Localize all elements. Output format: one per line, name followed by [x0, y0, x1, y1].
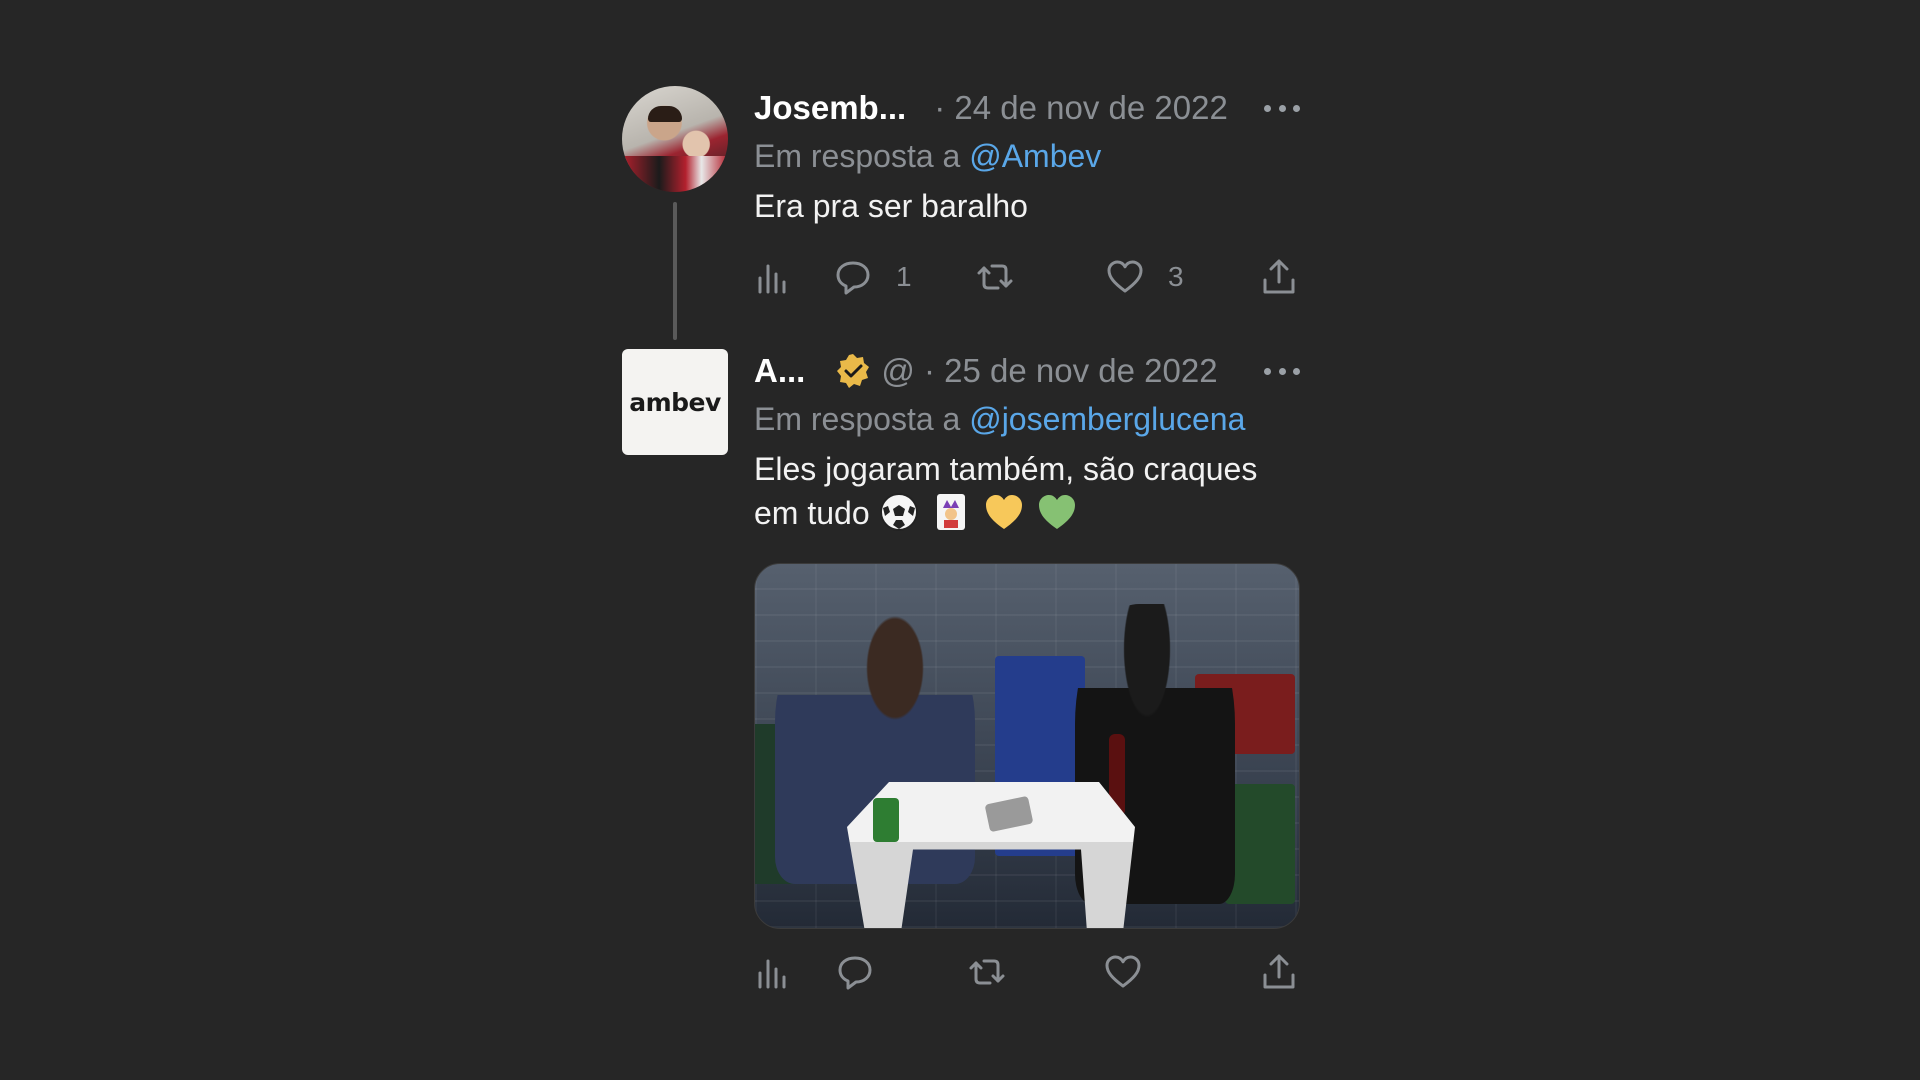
tweet-actions: 1 3: [754, 258, 1300, 302]
share-button[interactable]: [1260, 258, 1298, 296]
share-upload-icon: [1263, 954, 1295, 989]
yellow-heart-emoji: [986, 495, 1023, 529]
heart-icon: [1107, 260, 1143, 293]
analytics-icon: [758, 959, 786, 989]
thread-connector-line: [673, 202, 677, 340]
more-horizontal-icon[interactable]: [1264, 363, 1300, 379]
joker-card-emoji: [937, 494, 966, 530]
reply-to-line: Em resposta a @Ambev: [754, 136, 1300, 176]
reply-prefix: Em resposta a: [754, 138, 961, 174]
tweet-reply-2[interactable]: A... @ · 25 de nov de 2022 Em resposta a…: [754, 351, 1300, 997]
handle-and-date[interactable]: @ · 25 de nov de 2022: [881, 352, 1217, 390]
green-heart-emoji: [1039, 495, 1076, 529]
brand-avatar[interactable]: ambev: [622, 349, 728, 455]
tweet-media-image[interactable]: [754, 563, 1300, 929]
retweet-button[interactable]: [968, 953, 1006, 991]
retweet-icon: [969, 959, 1005, 985]
views-button[interactable]: [754, 258, 792, 296]
share-upload-icon: [1263, 259, 1295, 294]
reply-button[interactable]: 1: [834, 258, 912, 296]
green-can: [873, 798, 899, 842]
author-name[interactable]: A...: [754, 352, 805, 390]
author-name[interactable]: Josemb...: [754, 89, 906, 127]
tweet-header: Josemb... · 24 de nov de 2022: [754, 88, 1300, 128]
verified-badge-icon: [837, 354, 870, 388]
green-crates: [1225, 784, 1295, 904]
tweet-reply-1[interactable]: Josemb... · 24 de nov de 2022 Em respost…: [754, 88, 1300, 302]
reply-bubble-icon: [838, 956, 872, 990]
retweet-button[interactable]: [976, 258, 1014, 296]
soccer-ball-emoji: [879, 493, 918, 531]
like-button[interactable]: [1104, 953, 1142, 991]
tweet-actions: [754, 953, 1300, 997]
like-button[interactable]: 3: [1106, 258, 1184, 296]
tweet-text: Era pra ser baralho: [754, 188, 1028, 224]
analytics-icon: [758, 264, 786, 294]
tweet-thread: ambev Josemb... · 24 de nov de 2022 Em r…: [622, 0, 1302, 1080]
reply-handle-link[interactable]: @Ambev: [969, 138, 1101, 174]
heart-icon: [1105, 955, 1141, 988]
tweet-date[interactable]: · 24 de nov de 2022: [934, 89, 1228, 127]
more-horizontal-icon[interactable]: [1264, 100, 1300, 116]
views-button[interactable]: [754, 953, 792, 991]
tweet-header: A... @ · 25 de nov de 2022: [754, 351, 1300, 391]
reply-handle-link[interactable]: @josemberglucena: [969, 401, 1245, 437]
user-avatar[interactable]: [622, 86, 728, 192]
reply-button[interactable]: [836, 953, 874, 991]
tweet-text: Eles jogaram também, são craques em tudo: [754, 447, 1300, 535]
like-count: 3: [1168, 261, 1184, 292]
reply-prefix: Em resposta a: [754, 401, 961, 437]
retweet-icon: [977, 264, 1013, 290]
share-button[interactable]: [1260, 953, 1298, 991]
reply-to-line: Em resposta a @josemberglucena: [754, 399, 1300, 439]
reply-bubble-icon: [836, 261, 870, 295]
reply-count: 1: [896, 261, 912, 292]
brand-logo-wordmark: ambev: [629, 387, 721, 417]
